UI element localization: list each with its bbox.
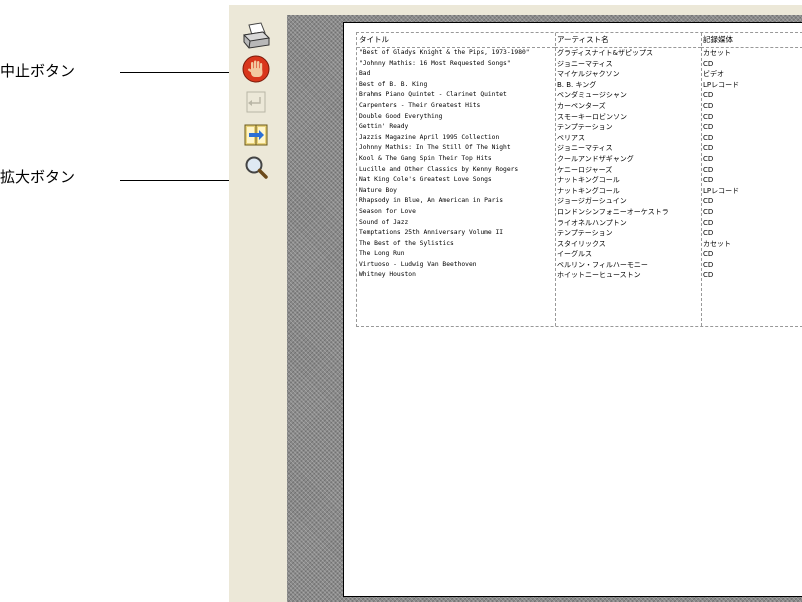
media-cell: CD (703, 176, 714, 185)
artist-cell: テンプテーション (557, 123, 613, 132)
stop-button[interactable] (239, 53, 273, 85)
media-cell: CD (703, 165, 714, 174)
stop-button-leader-line (120, 72, 236, 73)
media-cell: LPレコード (703, 80, 740, 89)
title-cell: Temptations 25th Anniversary Volume II (359, 229, 504, 237)
magnifier-icon (242, 154, 270, 182)
artist-cell: グラディスナイト&ザピップス (557, 49, 653, 57)
title-cell: Gettin' Ready (359, 123, 409, 131)
media-cell: CD (703, 154, 714, 163)
media-cell: CD (703, 260, 714, 269)
media-cell: CD (703, 271, 714, 280)
stop-hand-icon (241, 54, 271, 84)
artist-cell: ケニーロジャーズ (557, 165, 613, 174)
title-cell: Brahms Piano Quintet - Clarinet Quintet (359, 91, 507, 99)
media-column: 記録媒体 カセット CD ビデオ LPレコード CD CD CD CD CD CD CD CD CD LP… (701, 33, 802, 326)
artist-cell: スタイリックス (557, 239, 606, 248)
title-cell: Bad (359, 70, 371, 78)
title-cell: Sound of Jazz (359, 218, 409, 226)
artist-cell: ナットキングコール (557, 176, 620, 185)
artist-cell: ロンドンシンフォニーオーケストラ (557, 207, 669, 216)
media-cell: CD (703, 250, 714, 259)
print-button[interactable] (239, 20, 273, 52)
title-cell: Nat King Cole's Greatest Love Songs (359, 176, 492, 184)
media-cell: LPレコード (703, 186, 740, 195)
artist-cell: テンプテーション (557, 229, 613, 238)
title-cell: Whitney Houston (359, 271, 416, 279)
media-cell: カセット (703, 239, 731, 248)
zoom-button-annotation: 拡大ボタン (0, 168, 76, 186)
stop-button-annotation: 中止ボタン (0, 62, 76, 80)
artist-cell: ジョニーマティス (557, 59, 613, 68)
media-cell: CD (703, 207, 714, 216)
preview-page: タイトル "Best of Gladys Knight & the Pips, … (343, 22, 802, 597)
title-cell: Best of B. B. King (359, 80, 428, 88)
title-cell: "Johnny Mathis: 16 Most Requested Songs" (359, 59, 511, 67)
title-cell: Kool & The Gang Spin Their Top Hits (359, 154, 492, 162)
media-cell: CD (703, 112, 714, 121)
media-cell: CD (703, 229, 714, 238)
title-cell: Double Good Everything (359, 112, 443, 120)
artist-cell: B. B. キング (557, 80, 597, 89)
title-cell: Johnny Mathis: In The Still Of The Night (359, 144, 511, 152)
printer-icon (241, 22, 271, 50)
previous-page-button[interactable] (239, 86, 273, 118)
artist-cell: ベンダミュージシャン (557, 91, 627, 100)
artist-cell: カーペンターズ (557, 101, 606, 110)
media-cell: CD (703, 101, 714, 110)
media-header: 記録媒体 (701, 33, 802, 48)
media-cell: ビデオ (703, 70, 724, 79)
preview-toolbar (236, 20, 278, 188)
media-cell: CD (703, 144, 714, 153)
artist-cell: ナットキングコール (557, 186, 620, 195)
back-arrow-icon (242, 88, 270, 116)
zoom-button[interactable] (239, 152, 273, 184)
media-cell: CD (703, 197, 714, 206)
title-cell: Rhapsody in Blue, An American in Paris (359, 197, 504, 205)
title-header: タイトル (357, 33, 555, 48)
artist-header: アーティスト名 (555, 33, 701, 48)
title-cell: Virtuoso - Ludwig Van Beethoven (359, 260, 477, 268)
title-cell: Season for Love (359, 207, 416, 215)
artist-cell: ジョニーマティス (557, 144, 613, 153)
title-cell: Carpenters - Their Greatest Hits (359, 101, 481, 109)
title-cell: Jazzis Magazine April 1995 Collection (359, 133, 500, 141)
title-column: タイトル "Best of Gladys Knight & the Pips, … (357, 33, 556, 326)
artist-cell: イーグルス (557, 250, 592, 259)
artist-cell: ジョージガーシュイン (557, 197, 627, 206)
title-cell: Nature Boy (359, 186, 397, 194)
book-arrow-icon (242, 121, 270, 149)
media-cell: カセット (703, 49, 731, 57)
artist-cell: ホイットニーヒューストン (557, 271, 641, 280)
media-cell: CD (703, 123, 714, 132)
artist-cell: スモーキーロビンソン (557, 112, 627, 121)
artist-cell: マイケルジャクソン (557, 70, 620, 79)
artist-cell: ベリアス (557, 133, 585, 142)
title-cell: The Best of the Sylistics (359, 239, 454, 247)
next-page-button[interactable] (239, 119, 273, 151)
artist-column: アーティスト名 グラディスナイト&ザピップス ジョニーマティス マイケルジャクソン B… (555, 33, 702, 326)
media-cell: CD (703, 59, 714, 68)
media-cell: CD (703, 133, 714, 142)
record-table: タイトル "Best of Gladys Knight & the Pips, … (356, 32, 802, 327)
title-cell: Lucille and Other Classics by Kenny Roge… (359, 165, 519, 173)
media-cell: CD (703, 91, 714, 100)
artist-cell: ライオネルハンプトン (557, 218, 627, 227)
artist-cell: ベルリン・フィルハーモニー (557, 260, 648, 269)
title-cell: "Best of Gladys Knight & the Pips, 1973-… (359, 49, 530, 56)
zoom-button-leader-line (120, 180, 236, 181)
artist-cell: クールアンドザギャング (557, 154, 634, 163)
media-cell: CD (703, 218, 714, 227)
title-cell: The Long Run (359, 250, 405, 258)
